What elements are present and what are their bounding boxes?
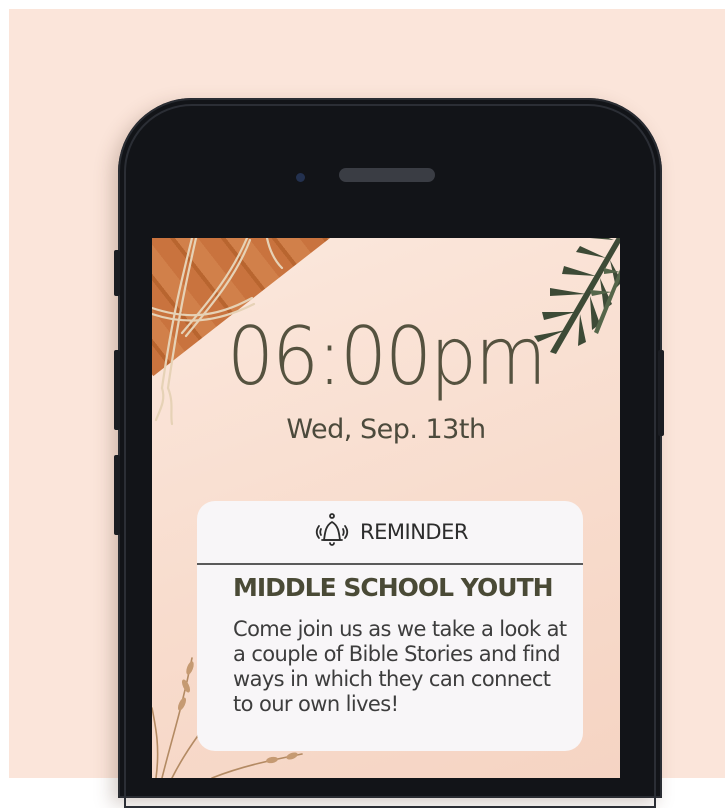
front-camera — [296, 173, 305, 182]
notification-header: REMINDER — [197, 501, 583, 565]
bell-icon — [315, 513, 349, 546]
earpiece-speaker — [339, 168, 435, 182]
notification-body: Come join us as we take a look at a coup… — [233, 617, 567, 716]
notification-header-label: REMINDER — [360, 520, 468, 544]
power-button — [658, 350, 664, 436]
notification-title: MIDDLE SCHOOL YOUTH — [233, 573, 554, 602]
volume-down-button — [114, 455, 120, 535]
lock-screen: 06:00pm Wed, Sep. 13th REMINDER MIDDLE S… — [152, 238, 620, 778]
lock-screen-time: 06:00pm — [227, 310, 546, 403]
volume-up-button — [114, 350, 120, 430]
notification-card[interactable]: REMINDER MIDDLE SCHOOL YOUTH Come join u… — [197, 501, 583, 751]
mute-switch — [114, 250, 120, 296]
lock-screen-date: Wed, Sep. 13th — [286, 414, 486, 445]
